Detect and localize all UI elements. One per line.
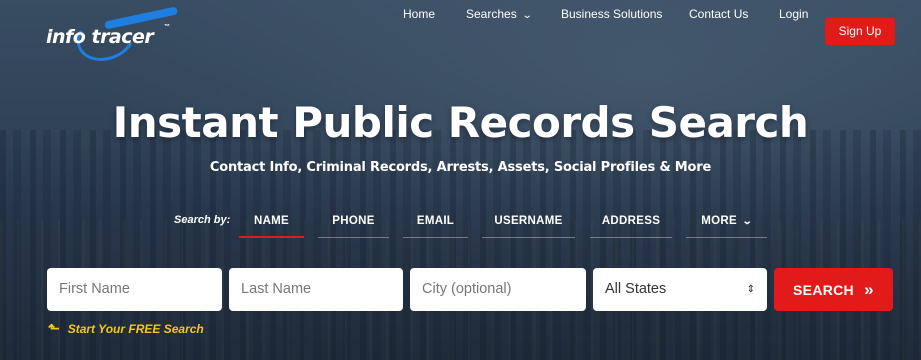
- hero-section: info tracer ™ Home Searches ⌄ Business So…: [0, 0, 921, 360]
- city-input[interactable]: City (optional): [410, 268, 586, 311]
- tab-email[interactable]: EMAIL: [403, 206, 468, 238]
- nav-login[interactable]: Login: [779, 0, 808, 28]
- signup-button[interactable]: Sign Up: [825, 18, 895, 45]
- select-arrows-icon: ⇕: [746, 284, 755, 295]
- double-chevron-right-icon: »: [864, 280, 874, 299]
- state-select[interactable]: All States ⇕: [593, 268, 767, 311]
- nav-searches[interactable]: Searches ⌄: [466, 0, 533, 28]
- search-by-label: Search by:: [174, 214, 231, 226]
- hero-subtitle: Contact Info, Criminal Records, Arrests,…: [209, 160, 712, 175]
- curved-arrow-up-icon: ⬑: [48, 320, 60, 336]
- search-button[interactable]: SEARCH »: [774, 268, 893, 311]
- nav-business-solutions[interactable]: Business Solutions: [561, 0, 662, 28]
- nav-contact-us[interactable]: Contact Us: [689, 0, 748, 28]
- page-title: Instant Public Records Search: [112, 98, 809, 147]
- tab-address[interactable]: ADDRESS: [590, 206, 672, 238]
- tab-phone[interactable]: PHONE: [318, 206, 389, 238]
- free-search-cta[interactable]: ⬑ Start Your FREE Search: [48, 320, 204, 337]
- nav-searches-label: Searches: [466, 7, 517, 21]
- logo-text: info tracer: [46, 26, 154, 48]
- first-name-input[interactable]: First Name: [47, 268, 222, 311]
- tab-more[interactable]: MORE ⌄: [686, 206, 767, 238]
- search-button-label: SEARCH: [793, 282, 854, 298]
- chevron-down-icon: ⌄: [741, 216, 753, 227]
- state-select-value: All States: [605, 281, 667, 297]
- nav-home[interactable]: Home: [403, 0, 435, 28]
- infotracer-logo[interactable]: info tracer ™: [46, 5, 179, 69]
- tab-username[interactable]: USERNAME: [482, 206, 575, 238]
- tab-name[interactable]: NAME: [239, 206, 304, 238]
- logo-trademark: ™: [164, 24, 170, 30]
- site-header: info tracer ™ Home Searches ⌄ Business So…: [0, 0, 921, 69]
- last-name-input[interactable]: Last Name: [229, 268, 403, 311]
- free-search-label: Start Your FREE Search: [67, 322, 204, 336]
- chevron-down-icon: ⌄: [521, 10, 533, 21]
- tab-more-label: MORE: [701, 215, 737, 227]
